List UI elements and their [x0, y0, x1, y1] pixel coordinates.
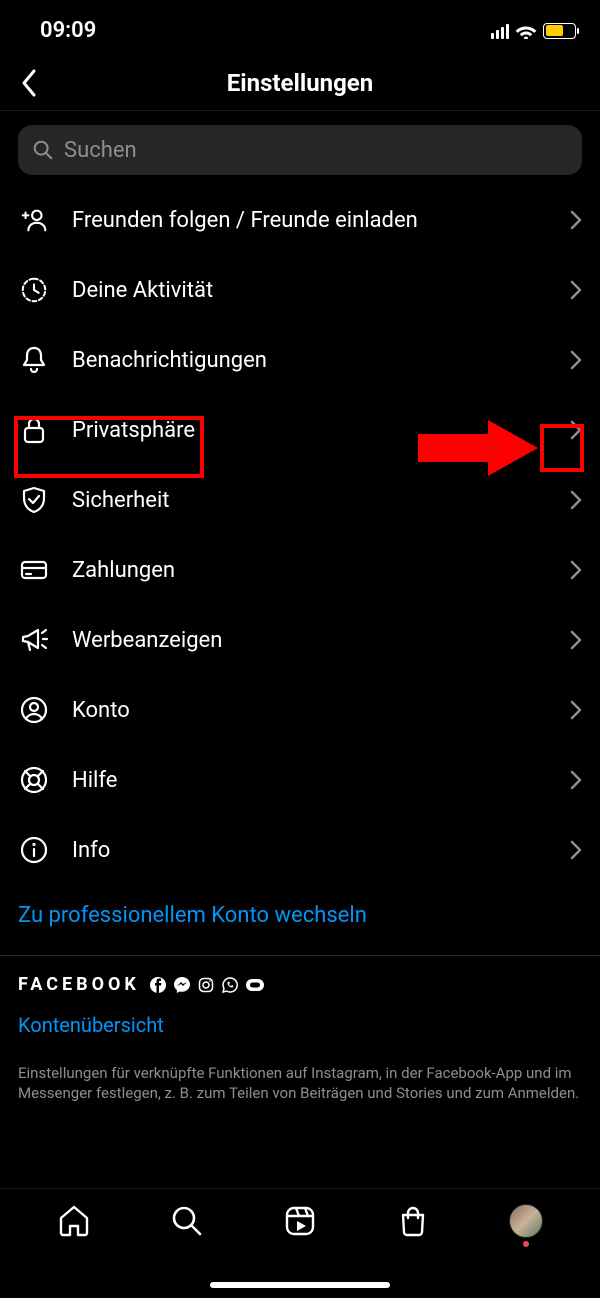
facebook-app-icons — [150, 977, 264, 993]
instagram-icon — [198, 977, 214, 993]
facebook-brand-row: FACEBOOK — [18, 974, 582, 995]
switch-professional-link[interactable]: Zu professionellem Konto wechseln — [18, 885, 582, 945]
whatsapp-icon — [222, 977, 238, 993]
chevron-right-icon — [570, 770, 582, 790]
profile-avatar — [509, 1204, 543, 1238]
link-label: Zu professionellem Konto wechseln — [18, 903, 367, 928]
chevron-right-icon — [570, 210, 582, 230]
row-label: Benachrichtigungen — [50, 348, 570, 373]
chevron-right-icon — [570, 840, 582, 860]
wifi-icon — [515, 23, 537, 39]
search-icon — [170, 1204, 204, 1238]
row-label: Privatsphäre — [50, 418, 570, 443]
row-label: Werbeanzeigen — [50, 628, 570, 653]
chevron-right-icon — [570, 490, 582, 510]
row-label: Hilfe — [50, 768, 570, 793]
row-payments[interactable]: Zahlungen — [18, 535, 582, 605]
status-icons — [491, 23, 576, 39]
activity-icon — [18, 274, 50, 306]
page-title: Einstellungen — [227, 69, 373, 97]
battery-icon — [543, 23, 576, 39]
facebook-wordmark: FACEBOOK — [18, 974, 140, 995]
search-icon — [32, 139, 54, 161]
status-time: 09:09 — [40, 18, 96, 43]
search-placeholder: Suchen — [64, 138, 137, 163]
row-label: Sicherheit — [50, 488, 570, 513]
lock-icon — [18, 414, 50, 446]
row-follow-invite[interactable]: Freunden folgen / Freunde einladen — [18, 185, 582, 255]
back-button[interactable] — [14, 68, 44, 98]
bell-icon — [18, 344, 50, 376]
accounts-center-description: Einstellungen für verknüpfte Funktionen … — [18, 1063, 582, 1104]
row-label: Deine Aktivität — [50, 278, 570, 303]
credit-card-icon — [18, 554, 50, 586]
row-ads[interactable]: Werbeanzeigen — [18, 605, 582, 675]
chevron-right-icon — [570, 280, 582, 300]
divider — [0, 955, 600, 956]
header: Einstellungen — [0, 55, 600, 111]
chevron-right-icon — [570, 700, 582, 720]
facebook-icon — [150, 977, 166, 993]
notification-dot-icon — [523, 1241, 529, 1247]
person-circle-icon — [18, 694, 50, 726]
add-person-icon — [18, 204, 50, 236]
chevron-right-icon — [570, 420, 582, 440]
row-label: Zahlungen — [50, 558, 570, 583]
chevron-right-icon — [570, 560, 582, 580]
tab-shop[interactable] — [395, 1203, 431, 1239]
chevron-right-icon — [570, 350, 582, 370]
row-help[interactable]: Hilfe — [18, 745, 582, 815]
accounts-center-link[interactable]: Kontenübersicht — [18, 1005, 582, 1045]
row-activity[interactable]: Deine Aktivität — [18, 255, 582, 325]
tab-home[interactable] — [56, 1203, 92, 1239]
settings-list: Freunden folgen / Freunde einladen Deine… — [18, 185, 582, 885]
row-about[interactable]: Info — [18, 815, 582, 885]
tab-search[interactable] — [169, 1203, 205, 1239]
status-bar: 09:09 — [0, 0, 600, 55]
home-indicator — [210, 1282, 390, 1288]
oculus-icon — [246, 979, 264, 991]
row-label: Info — [50, 838, 570, 863]
cellular-signal-icon — [491, 23, 509, 39]
row-label: Freunden folgen / Freunde einladen — [50, 208, 570, 233]
search-input[interactable]: Suchen — [18, 125, 582, 175]
messenger-icon — [174, 977, 190, 993]
chevron-right-icon — [570, 630, 582, 650]
reels-icon — [283, 1204, 317, 1238]
shop-icon — [396, 1204, 430, 1238]
shield-check-icon — [18, 484, 50, 516]
tab-reels[interactable] — [282, 1203, 318, 1239]
row-privacy[interactable]: Privatsphäre — [18, 395, 582, 465]
link-label: Kontenübersicht — [18, 1013, 164, 1037]
info-icon — [18, 834, 50, 866]
lifebuoy-icon — [18, 764, 50, 796]
tab-profile[interactable] — [508, 1203, 544, 1239]
row-account[interactable]: Konto — [18, 675, 582, 745]
home-icon — [57, 1204, 91, 1238]
megaphone-icon — [18, 624, 50, 656]
row-security[interactable]: Sicherheit — [18, 465, 582, 535]
row-label: Konto — [50, 698, 570, 723]
row-notifications[interactable]: Benachrichtigungen — [18, 325, 582, 395]
